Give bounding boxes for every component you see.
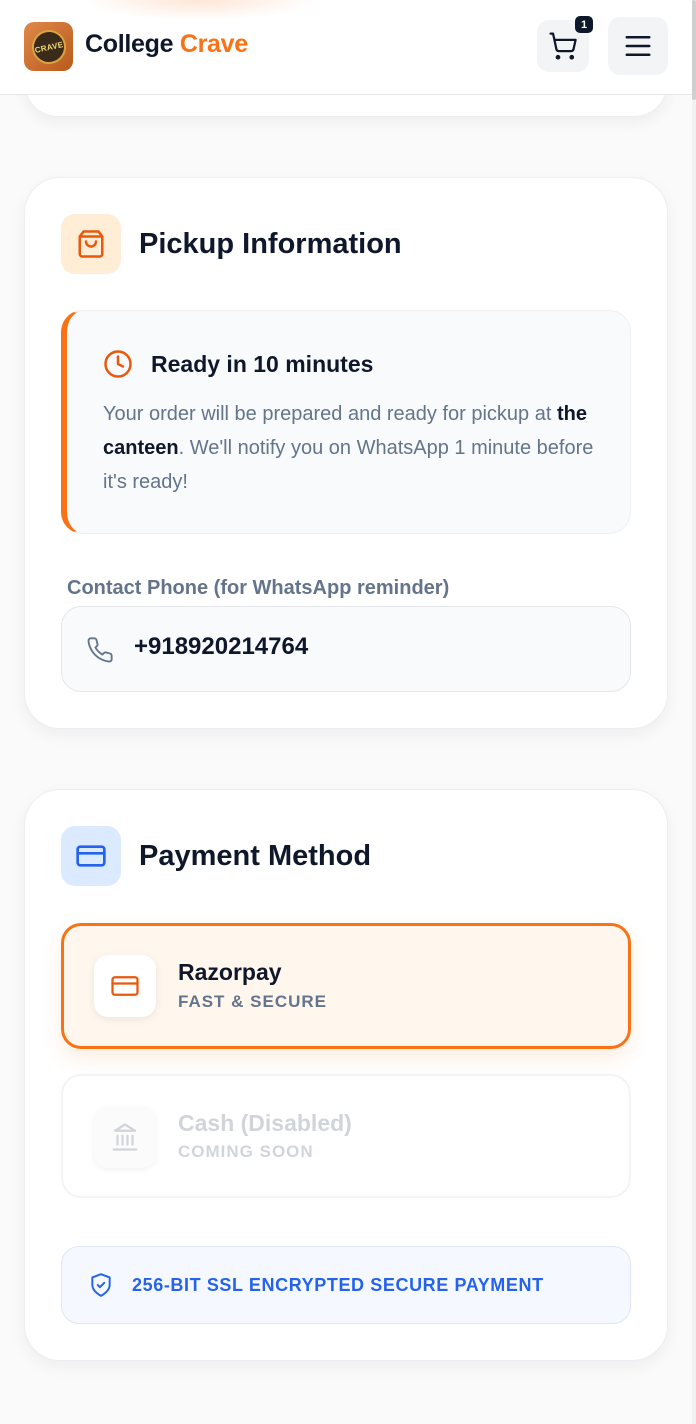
ready-time-title: Ready in 10 minutes bbox=[151, 351, 374, 377]
payment-title: Payment Method bbox=[139, 840, 372, 872]
brand-name[interactable]: College Crave bbox=[85, 30, 248, 59]
phone-input[interactable] bbox=[134, 633, 534, 661]
pickup-icon-box bbox=[61, 214, 121, 274]
payment-option-name: Cash (Disabled) bbox=[178, 1110, 352, 1136]
pickup-title: Pickup Information bbox=[139, 228, 402, 260]
cash-icon-box bbox=[94, 1106, 156, 1168]
app-header: CRAVE College Crave 1 bbox=[0, 0, 692, 95]
payment-option-subtitle: FAST & SECURE bbox=[178, 992, 328, 1011]
shield-check-icon bbox=[91, 1273, 111, 1297]
payment-icon-box bbox=[61, 826, 121, 886]
payment-option-razorpay[interactable]: Razorpay FAST & SECURE bbox=[61, 923, 631, 1049]
ready-time-description: Your order will be prepared and ready fo… bbox=[103, 397, 613, 499]
shopping-bag-icon bbox=[78, 230, 104, 258]
payment-option-subtitle: COMING SOON bbox=[178, 1142, 314, 1161]
clock-icon bbox=[104, 350, 132, 378]
razorpay-icon-box bbox=[94, 955, 156, 1017]
cart-count-badge: 1 bbox=[575, 16, 593, 33]
brand-part-college: College bbox=[85, 30, 174, 58]
menu-button[interactable] bbox=[608, 17, 668, 75]
bank-icon bbox=[112, 1123, 138, 1151]
phone-label: Contact Phone (for WhatsApp reminder) bbox=[67, 577, 450, 599]
credit-card-icon bbox=[76, 845, 106, 867]
phone-icon bbox=[87, 637, 113, 663]
header-glow bbox=[80, 0, 320, 20]
shopping-cart-icon bbox=[549, 32, 577, 60]
scrollbar-thumb[interactable] bbox=[692, 0, 696, 100]
ssl-text: 256-BIT SSL ENCRYPTED SECURE PAYMENT bbox=[132, 1275, 544, 1295]
brand-part-crave: Crave bbox=[179, 30, 248, 58]
credit-card-icon bbox=[111, 976, 139, 996]
phone-field[interactable] bbox=[61, 606, 631, 692]
hamburger-menu-icon bbox=[625, 36, 651, 56]
payment-method-card: Payment Method Razorpay FAST & SECURE Ca… bbox=[24, 789, 668, 1361]
ready-text-part1: Your order will be prepared and ready fo… bbox=[103, 403, 557, 425]
pickup-info-card: Pickup Information Ready in 10 minutes Y… bbox=[24, 177, 668, 729]
scrollbar[interactable] bbox=[692, 0, 696, 1424]
ready-time-notice: Ready in 10 minutes Your order will be p… bbox=[61, 310, 631, 534]
payment-option-cash: Cash (Disabled) COMING SOON bbox=[61, 1074, 631, 1198]
ssl-secure-notice: 256-BIT SSL ENCRYPTED SECURE PAYMENT bbox=[61, 1246, 631, 1324]
payment-option-name: Razorpay bbox=[178, 959, 282, 985]
logo[interactable]: CRAVE bbox=[24, 22, 73, 71]
logo-badge: CRAVE bbox=[28, 26, 69, 67]
